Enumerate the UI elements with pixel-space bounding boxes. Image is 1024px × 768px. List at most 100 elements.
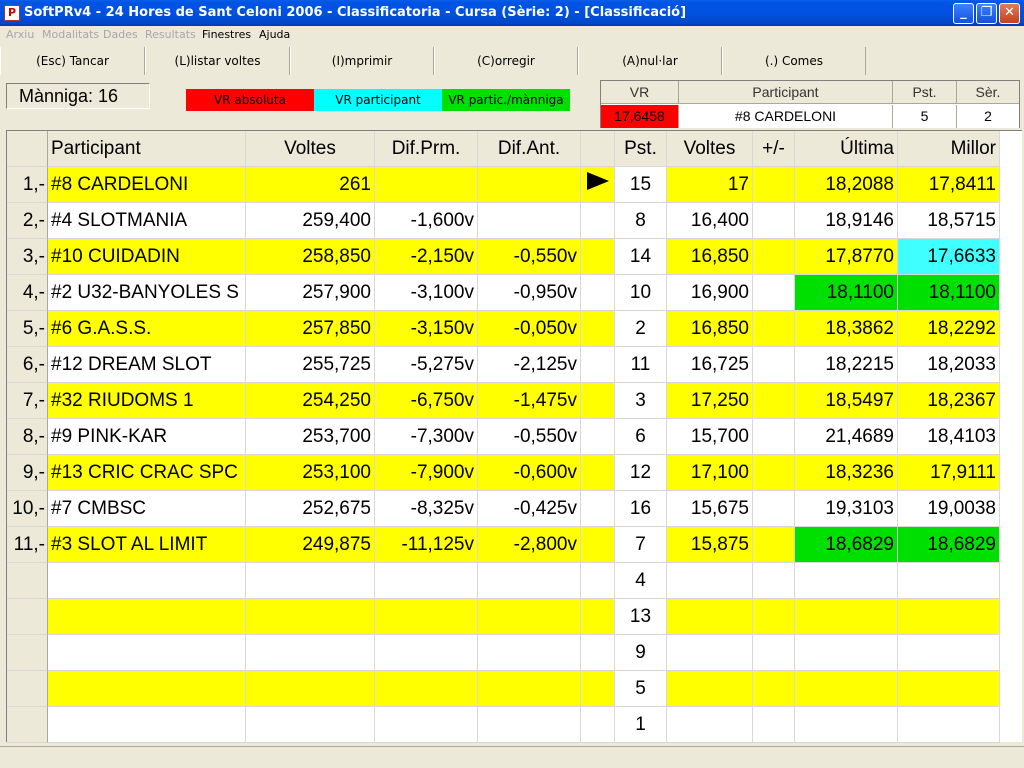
row-dif-ant[interactable]: -0,950v: [478, 275, 581, 311]
row-participant[interactable]: #7 CMBSC: [48, 491, 246, 527]
row-pst[interactable]: 4: [615, 563, 667, 599]
row-participant[interactable]: #9 PINK-KAR: [48, 419, 246, 455]
table-row[interactable]: 1: [7, 707, 1000, 743]
row-dif-ant[interactable]: [478, 599, 581, 635]
row-dif-prm[interactable]: -3,100v: [375, 275, 478, 311]
table-row[interactable]: 1,- #8 CARDELONI 261 15 17 18,2088 17,8411: [7, 167, 1000, 203]
header-plus-minus[interactable]: +/-: [753, 131, 795, 167]
row-pst[interactable]: 11: [615, 347, 667, 383]
header-participant[interactable]: Participant: [48, 131, 246, 167]
header-pst[interactable]: Pst.: [615, 131, 667, 167]
row-ultima[interactable]: 18,3862: [795, 311, 898, 347]
row-dif-ant[interactable]: [478, 563, 581, 599]
row-dif-prm[interactable]: [375, 635, 478, 671]
row-millor[interactable]: 18,4103: [898, 419, 1000, 455]
row-voltes-maniga[interactable]: 15,875: [667, 527, 753, 563]
row-voltes[interactable]: 254,250: [246, 383, 375, 419]
row-marker[interactable]: [581, 563, 615, 599]
corregir-button[interactable]: (C)orregir: [434, 47, 578, 75]
row-millor[interactable]: [898, 707, 1000, 743]
row-voltes[interactable]: 255,725: [246, 347, 375, 383]
row-pst[interactable]: 10: [615, 275, 667, 311]
menu-finestres[interactable]: Finestres: [202, 28, 251, 41]
row-dif-ant[interactable]: [478, 167, 581, 203]
row-voltes-maniga[interactable]: 17,100: [667, 455, 753, 491]
row-marker[interactable]: [581, 311, 615, 347]
row-voltes[interactable]: 252,675: [246, 491, 375, 527]
header-millor[interactable]: Millor: [898, 131, 1000, 167]
row-millor[interactable]: 17,6633: [898, 239, 1000, 275]
row-plus-minus[interactable]: [753, 527, 795, 563]
row-voltes[interactable]: 257,850: [246, 311, 375, 347]
row-participant[interactable]: [48, 635, 246, 671]
row-millor[interactable]: [898, 635, 1000, 671]
row-voltes-maniga[interactable]: 17,250: [667, 383, 753, 419]
row-millor[interactable]: 17,8411: [898, 167, 1000, 203]
row-pst[interactable]: 16: [615, 491, 667, 527]
row-voltes-maniga[interactable]: 15,700: [667, 419, 753, 455]
row-millor[interactable]: 17,9111: [898, 455, 1000, 491]
row-plus-minus[interactable]: [753, 203, 795, 239]
row-voltes[interactable]: 253,100: [246, 455, 375, 491]
row-participant[interactable]: #2 U32-BANYOLES S: [48, 275, 246, 311]
row-ultima[interactable]: [795, 599, 898, 635]
table-row[interactable]: 9,- #13 CRIC CRAC SPC 253,100 -7,900v -0,600…: [7, 455, 1000, 491]
row-millor[interactable]: 18,6829: [898, 527, 1000, 563]
row-dif-prm[interactable]: [375, 563, 478, 599]
row-millor[interactable]: 18,1100: [898, 275, 1000, 311]
row-marker[interactable]: [581, 671, 615, 707]
row-voltes[interactable]: 249,875: [246, 527, 375, 563]
row-dif-ant[interactable]: [478, 671, 581, 707]
row-voltes-maniga[interactable]: 16,725: [667, 347, 753, 383]
row-dif-ant[interactable]: -0,425v: [478, 491, 581, 527]
comes-button[interactable]: (.) Comes: [722, 47, 866, 75]
row-ultima[interactable]: 18,3236: [795, 455, 898, 491]
row-ultima[interactable]: 18,6829: [795, 527, 898, 563]
row-dif-prm[interactable]: -11,125v: [375, 527, 478, 563]
row-marker[interactable]: [581, 527, 615, 563]
table-row[interactable]: 3,- #10 CUIDADIN 258,850 -2,150v -0,550v 14 16…: [7, 239, 1000, 275]
row-voltes-maniga[interactable]: 17: [667, 167, 753, 203]
row-ultima[interactable]: [795, 635, 898, 671]
row-voltes-maniga[interactable]: [667, 635, 753, 671]
minimize-button[interactable]: _: [953, 3, 974, 24]
row-voltes-maniga[interactable]: [667, 599, 753, 635]
row-participant[interactable]: #32 RIUDOMS 1: [48, 383, 246, 419]
row-dif-prm[interactable]: [375, 167, 478, 203]
row-dif-prm[interactable]: -8,325v: [375, 491, 478, 527]
close-button[interactable]: ✕: [999, 3, 1020, 24]
row-dif-prm[interactable]: -7,300v: [375, 419, 478, 455]
row-pst[interactable]: 8: [615, 203, 667, 239]
row-pst[interactable]: 13: [615, 599, 667, 635]
row-pst[interactable]: 14: [615, 239, 667, 275]
row-plus-minus[interactable]: [753, 635, 795, 671]
row-millor[interactable]: 18,2367: [898, 383, 1000, 419]
row-dif-ant[interactable]: [478, 635, 581, 671]
row-voltes[interactable]: 257,900: [246, 275, 375, 311]
table-row[interactable]: 6,- #12 DREAM SLOT 255,725 -5,275v -2,125v 11…: [7, 347, 1000, 383]
row-marker[interactable]: [581, 239, 615, 275]
table-row[interactable]: 5: [7, 671, 1000, 707]
row-marker[interactable]: [581, 635, 615, 671]
row-participant[interactable]: [48, 563, 246, 599]
row-voltes[interactable]: 258,850: [246, 239, 375, 275]
row-voltes-maniga[interactable]: 16,850: [667, 311, 753, 347]
row-voltes[interactable]: [246, 599, 375, 635]
row-dif-prm[interactable]: -1,600v: [375, 203, 478, 239]
table-row[interactable]: 8,- #9 PINK-KAR 253,700 -7,300v -0,550v 6 15,7…: [7, 419, 1000, 455]
row-dif-ant[interactable]: -1,475v: [478, 383, 581, 419]
row-dif-prm[interactable]: -6,750v: [375, 383, 478, 419]
row-plus-minus[interactable]: [753, 275, 795, 311]
row-plus-minus[interactable]: [753, 671, 795, 707]
row-participant[interactable]: #13 CRIC CRAC SPC: [48, 455, 246, 491]
row-pst[interactable]: 3: [615, 383, 667, 419]
row-dif-prm[interactable]: -7,900v: [375, 455, 478, 491]
row-millor[interactable]: [898, 563, 1000, 599]
header-voltes[interactable]: Voltes: [246, 131, 375, 167]
row-millor[interactable]: 19,0038: [898, 491, 1000, 527]
row-pst[interactable]: 12: [615, 455, 667, 491]
row-marker[interactable]: [581, 275, 615, 311]
row-millor[interactable]: [898, 671, 1000, 707]
row-millor[interactable]: 18,2292: [898, 311, 1000, 347]
classification-grid[interactable]: Participant Voltes Dif.Prm. Dif.Ant. Pst…: [6, 130, 1022, 743]
